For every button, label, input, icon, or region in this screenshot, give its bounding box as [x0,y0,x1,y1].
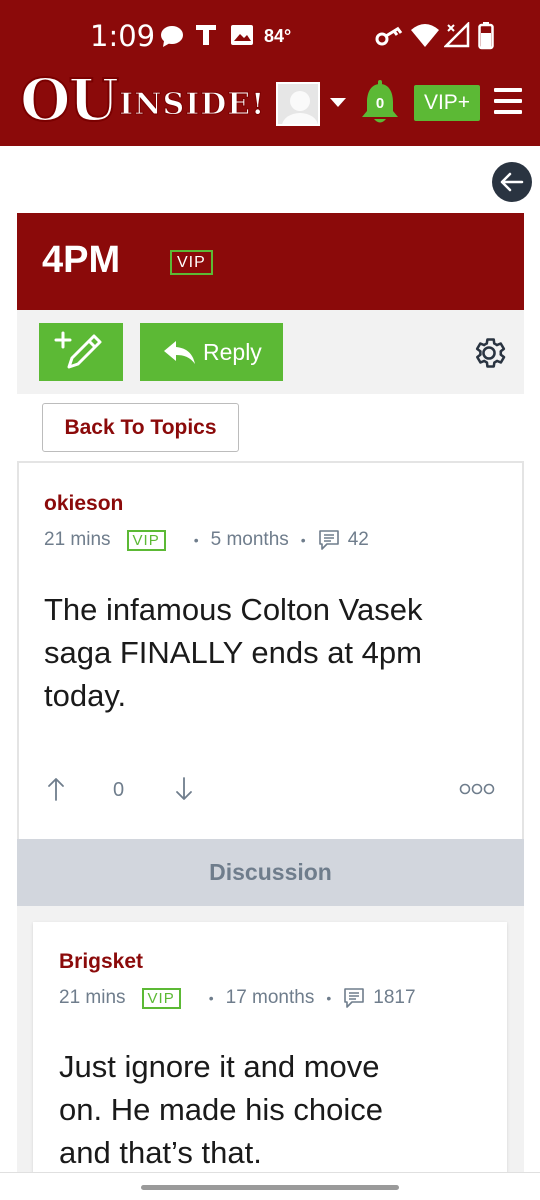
no-signal-icon [444,22,470,48]
reply-body-line: and that’s that. [59,1135,262,1170]
page-title: 4PM [42,239,121,281]
comment-icon [318,530,339,550]
discussion-list: Brigsket 21 mins VIP • 17 months • 1817 … [17,906,524,1182]
reply-time: 21 mins [59,987,126,1008]
wifi-icon [411,24,439,47]
reply-arrow-icon [164,341,195,364]
vip-plus-button[interactable]: VIP+ [414,85,480,121]
site-logo[interactable]: OU INSIDE! [19,66,266,134]
downvote-icon[interactable] [175,777,193,801]
key-icon [375,26,403,46]
new-topic-icon [54,331,102,369]
vote-count: 0 [113,779,125,801]
gear-icon [475,338,506,368]
top-header: 1:09 84° OU INSIDE! 0 VIP+ [0,0,540,146]
separator-dot: • [300,532,306,548]
post-comment-count: 42 [347,529,369,550]
logo-inside: INSIDE! [119,86,266,122]
logo-ou: OU [19,66,120,134]
chat-bubble-icon [161,26,183,47]
home-indicator[interactable] [141,1185,399,1190]
notification-count: 0 [375,95,385,112]
upvote-icon[interactable] [47,777,65,801]
reply-member-duration: 17 months [225,987,315,1008]
status-bar: 1:09 84° [0,0,540,70]
back-arrow-icon [500,172,524,192]
new-topic-button[interactable] [39,323,123,381]
more-options-icon[interactable] [459,783,495,795]
reply-meta: 21 mins VIP • 17 months • 1817 [59,987,416,1009]
avatar-placeholder-icon [282,91,318,124]
topic-header: 4PM VIP [17,213,524,310]
settings-button[interactable] [470,334,508,372]
topic-action-bar: Reply [17,310,524,394]
reply-author[interactable]: Brigsket [59,950,143,974]
post-author[interactable]: okieson [44,492,123,516]
post-member-duration: 5 months [210,529,289,550]
separator-dot: • [326,990,332,1006]
battery-icon [478,22,494,50]
post-body-line: today. [44,678,127,713]
post-body: The infamous Colton Vasek saga FINALLY e… [44,588,504,717]
separator-dot: • [193,532,199,548]
post-body-line: saga FINALLY ends at 4pm [44,635,422,670]
reply-body-line: Just ignore it and move [59,1049,380,1084]
image-icon [231,25,253,45]
reply-button-label: Reply [203,339,262,365]
separator-dot: • [208,990,214,1006]
post-card: okieson 21 mins VIP • 5 months • 42 The … [17,461,524,841]
reply-vip-badge: VIP [141,987,181,1009]
back-to-topics-button[interactable]: Back To Topics [42,403,239,452]
post-body-line: The infamous Colton Vasek [44,592,423,627]
vote-bar: 0 [19,763,522,813]
reply-comment-count: 1817 [373,987,416,1008]
post-vip-badge: VIP [126,529,166,551]
vip-badge: VIP [170,250,213,275]
avatar[interactable] [276,82,320,126]
notifications-button[interactable]: 0 [360,80,400,126]
status-time: 1:09 [90,19,156,53]
discussion-header: Discussion [17,839,524,906]
post-time: 21 mins [44,529,111,550]
comment-icon [344,988,365,1008]
menu-icon[interactable] [494,88,522,114]
t-icon [196,25,216,45]
post-meta: 21 mins VIP • 5 months • 42 [44,529,369,551]
back-button[interactable] [492,162,532,202]
reply-body: Just ignore it and move on. He made his … [59,1045,489,1174]
reply-body-line: on. He made his choice [59,1092,383,1127]
reply-card: Brigsket 21 mins VIP • 17 months • 1817 … [33,922,507,1182]
status-temperature: 84° [264,26,292,46]
chevron-down-icon[interactable] [330,98,346,107]
reply-button[interactable]: Reply [140,323,283,381]
